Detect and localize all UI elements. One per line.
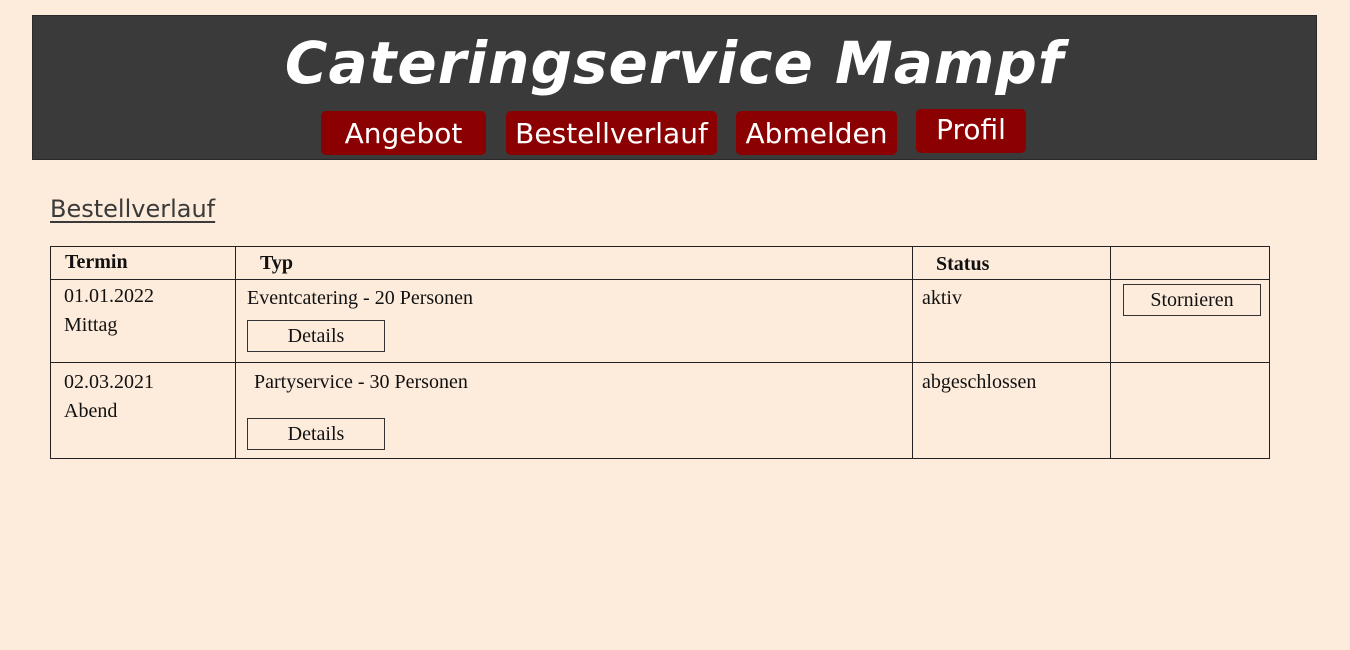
site-title: Cateringservice Mampf bbox=[284, 29, 1065, 97]
nav-bestellverlauf-button[interactable]: Bestellverlauf bbox=[506, 111, 717, 155]
column-header-termin: Termin bbox=[65, 251, 128, 273]
order-type: Partyservice - 30 Personen bbox=[254, 371, 468, 393]
nav-abmelden-button[interactable]: Abmelden bbox=[736, 111, 897, 155]
order-history-table: Termin Typ Status 01.01.2022 Mittag Even… bbox=[50, 246, 1270, 459]
details-button[interactable]: Details bbox=[247, 320, 385, 352]
order-status: abgeschlossen bbox=[922, 371, 1037, 393]
order-time: Mittag bbox=[64, 314, 118, 336]
table-divider bbox=[51, 279, 1269, 280]
order-status: aktiv bbox=[922, 287, 962, 309]
page-heading: Bestellverlauf bbox=[50, 195, 216, 223]
cancel-order-button[interactable]: Stornieren bbox=[1123, 284, 1261, 316]
details-button[interactable]: Details bbox=[247, 418, 385, 450]
table-divider bbox=[51, 362, 1269, 363]
order-date: 02.03.2021 bbox=[64, 371, 154, 393]
nav-profil-button[interactable]: Profil bbox=[916, 109, 1026, 153]
order-time: Abend bbox=[64, 400, 118, 422]
column-header-status: Status bbox=[936, 253, 990, 275]
site-header: Cateringservice Mampf Angebot Bestellver… bbox=[32, 15, 1317, 160]
order-date: 01.01.2022 bbox=[64, 285, 154, 307]
nav-angebot-button[interactable]: Angebot bbox=[321, 111, 486, 155]
column-header-typ: Typ bbox=[260, 252, 293, 274]
order-type: Eventcatering - 20 Personen bbox=[247, 287, 474, 309]
